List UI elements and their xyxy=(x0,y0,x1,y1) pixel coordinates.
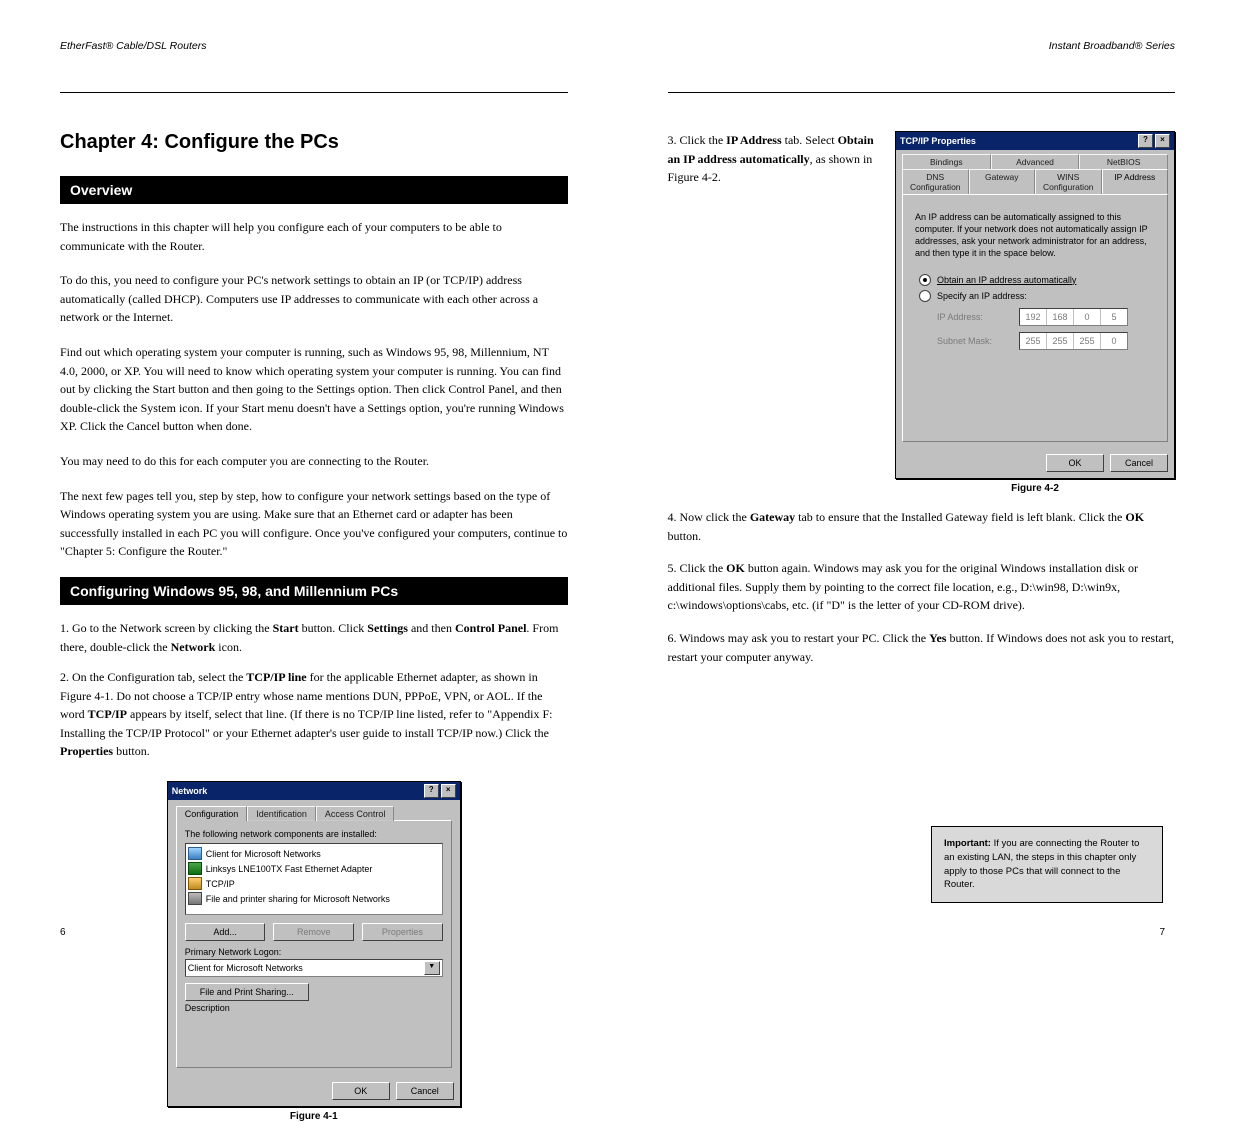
section-configure-bar: Configuring Windows 95, 98, and Millenni… xyxy=(60,577,568,605)
tab-identification[interactable]: Identification xyxy=(247,806,316,821)
tab-netbios[interactable]: NetBIOS xyxy=(1079,154,1168,169)
step-2: 2. On the Configuration tab, select the … xyxy=(60,668,568,761)
tab-dns[interactable]: DNS Configuration xyxy=(902,169,969,194)
overview-p3: Find out which operating system your com… xyxy=(60,343,568,436)
step-6: 6. Windows may ask you to restart your P… xyxy=(668,629,1176,666)
step-5: 5. Click the OK button again. Windows ma… xyxy=(668,559,1176,615)
tcpip-tabs-row2: DNS Configuration Gateway WINS Configura… xyxy=(902,169,1168,194)
list-item: Linksys LNE100TX Fast Ethernet Adapter xyxy=(188,861,440,876)
components-label: The following network components are ins… xyxy=(185,829,443,839)
overview-p1: The instructions in this chapter will he… xyxy=(60,218,568,255)
primary-logon-label: Primary Network Logon: xyxy=(185,947,443,957)
header-rule xyxy=(60,92,568,93)
cancel-button[interactable]: Cancel xyxy=(396,1082,454,1100)
cancel-button[interactable]: Cancel xyxy=(1110,454,1168,472)
tab-gateway[interactable]: Gateway xyxy=(969,169,1036,194)
tab-bindings[interactable]: Bindings xyxy=(902,154,991,169)
tcpip-dialog: TCP/IP Properties ? × Bindings Advanced … xyxy=(895,131,1175,479)
figure-4-2-caption: Figure 4-2 xyxy=(895,483,1175,494)
components-listbox[interactable]: Client for Microsoft Networks Linksys LN… xyxy=(185,843,443,915)
close-icon[interactable]: × xyxy=(1155,134,1170,148)
radio-obtain-auto[interactable]: Obtain an IP address automatically xyxy=(919,274,1151,286)
step-1: 1. Go to the Network screen by clicking … xyxy=(60,619,568,656)
tab-advanced[interactable]: Advanced xyxy=(991,154,1080,169)
header-series: Instant Broadband® Series xyxy=(1049,40,1175,52)
tab-configuration[interactable]: Configuration xyxy=(176,806,248,821)
protocol-icon xyxy=(188,877,202,890)
add-button[interactable]: Add... xyxy=(185,923,266,941)
note-label: Important: xyxy=(944,838,991,849)
client-icon xyxy=(188,847,202,860)
subnet-mask-row: Subnet Mask: 255 255 255 0 xyxy=(937,332,1143,350)
header-rule xyxy=(668,92,1176,93)
radio-icon[interactable] xyxy=(919,274,931,286)
close-icon[interactable]: × xyxy=(441,784,456,798)
steps-9598me: 1. Go to the Network screen by clicking … xyxy=(60,619,568,773)
step-4: 4. Now click the Gateway tab to ensure t… xyxy=(668,508,1176,545)
network-dialog: Network ? × Configuration Identification… xyxy=(167,781,461,1107)
list-item: TCP/IP xyxy=(188,876,440,891)
page-number-7: 7 xyxy=(1159,927,1165,938)
figure-4-1-caption: Figure 4-1 xyxy=(60,1111,568,1122)
section-overview-bar: Overview xyxy=(60,176,568,204)
ok-button[interactable]: OK xyxy=(1046,454,1104,472)
figure-4-1-wrap: Network ? × Configuration Identification… xyxy=(60,781,568,1122)
network-tabs: Configuration Identification Access Cont… xyxy=(176,806,452,821)
help-icon[interactable]: ? xyxy=(1138,134,1153,148)
list-item: File and printer sharing for Microsoft N… xyxy=(188,891,440,906)
overview-p5: The next few pages tell you, step by ste… xyxy=(60,487,568,561)
ok-button[interactable]: OK xyxy=(332,1082,390,1100)
page-6-column: EtherFast® Cable/DSL Routers Chapter 4: … xyxy=(60,40,568,1126)
tcpip-titlebar[interactable]: TCP/IP Properties ? × xyxy=(896,132,1174,150)
tcpip-title: TCP/IP Properties xyxy=(900,136,976,146)
file-print-sharing-button[interactable]: File and Print Sharing... xyxy=(185,983,309,1001)
radio-specify[interactable]: Specify an IP address: xyxy=(919,290,1151,302)
subnet-mask-field[interactable]: 255 255 255 0 xyxy=(1019,332,1128,350)
remove-button[interactable]: Remove xyxy=(273,923,354,941)
primary-logon-combo[interactable]: Client for Microsoft Networks ▼ xyxy=(185,959,443,977)
tcpip-description: An IP address can be automatically assig… xyxy=(915,211,1155,260)
chevron-down-icon[interactable]: ▼ xyxy=(424,961,440,975)
page-7-column: Instant Broadband® Series 3. Click the I… xyxy=(668,40,1176,1126)
help-icon[interactable]: ? xyxy=(424,784,439,798)
page-header-right: Instant Broadband® Series xyxy=(668,40,1176,52)
adapter-icon xyxy=(188,862,202,875)
network-title: Network xyxy=(172,786,208,796)
description-box xyxy=(185,1015,443,1059)
description-label: Description xyxy=(185,1003,443,1013)
page-header-left: EtherFast® Cable/DSL Routers xyxy=(60,40,568,52)
list-item: Client for Microsoft Networks xyxy=(188,846,440,861)
header-product: EtherFast® Cable/DSL Routers xyxy=(60,40,206,52)
chapter-title: Chapter 4: Configure the PCs xyxy=(60,131,568,154)
network-titlebar[interactable]: Network ? × xyxy=(168,782,460,800)
tab-wins[interactable]: WINS Configuration xyxy=(1035,169,1102,194)
step-3: 3. Click the IP Address tab. Select Obta… xyxy=(668,131,882,187)
tcpip-tabs-row1: Bindings Advanced NetBIOS xyxy=(902,154,1168,169)
overview-p4: You may need to do this for each compute… xyxy=(60,452,568,471)
radio-icon[interactable] xyxy=(919,290,931,302)
ip-address-row: IP Address: 192 168 0 5 xyxy=(937,308,1143,326)
tab-access-control[interactable]: Access Control xyxy=(316,806,395,821)
properties-button[interactable]: Properties xyxy=(362,923,443,941)
tab-ip-address[interactable]: IP Address xyxy=(1102,169,1169,194)
service-icon xyxy=(188,892,202,905)
important-note-box: Important: If you are connecting the Rou… xyxy=(931,826,1163,903)
figure-4-2-wrap: TCP/IP Properties ? × Bindings Advanced … xyxy=(895,131,1175,494)
overview-p2: To do this, you need to configure your P… xyxy=(60,271,568,327)
ip-address-field[interactable]: 192 168 0 5 xyxy=(1019,308,1128,326)
page-number-6: 6 xyxy=(60,927,66,938)
